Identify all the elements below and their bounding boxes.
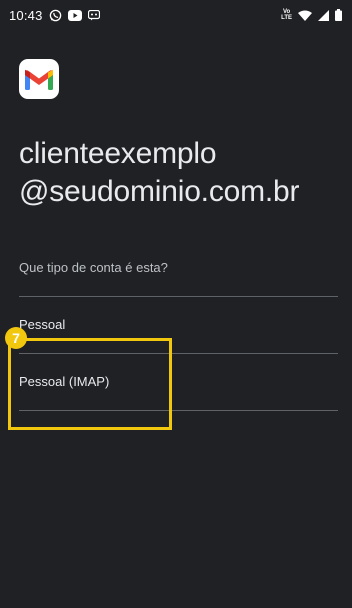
whatsapp-icon [49,9,62,22]
status-bar: 10:43 Vo LTE [0,0,352,30]
highlight-box [8,338,172,430]
youtube-icon [67,9,82,21]
screen: 10:43 Vo LTE clienteexemplo @seudominio.… [0,0,352,608]
option-pessoal[interactable]: Pessoal [19,317,65,332]
cell-signal-icon [318,9,329,21]
email-line-1: clienteexemplo [19,137,217,170]
gmail-logo [19,59,59,99]
volte-icon: Vo LTE [281,9,292,21]
step-badge: 7 [5,327,27,349]
email-line-2: @seudominio.com.br [19,175,300,208]
battery-icon [335,9,342,21]
gmail-icon [25,69,53,90]
wifi-icon [298,10,312,21]
account-email-heading: clienteexemplo @seudominio.com.br [19,135,344,211]
account-type-question: Que tipo de conta é esta? [19,260,168,275]
assistant-icon [87,9,100,21]
status-time: 10:43 [9,7,43,23]
status-left: 10:43 [9,8,100,23]
status-right: Vo LTE [281,9,342,21]
divider [19,296,338,297]
volte-label-2: LTE [281,15,292,21]
